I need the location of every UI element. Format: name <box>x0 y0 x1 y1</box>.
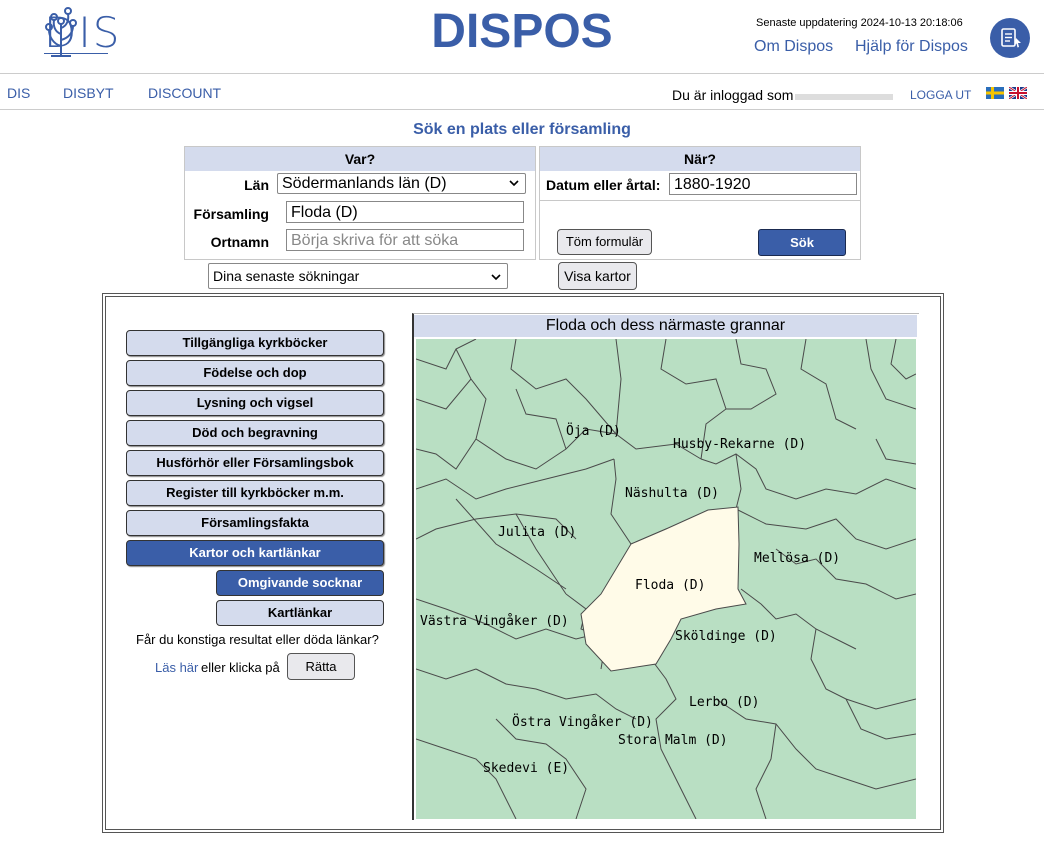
lan-value: Södermanlands län (D) <box>282 175 447 192</box>
help-link[interactable]: Hjälp för Dispos <box>855 38 968 56</box>
datum-label: Datum eller årtal: <box>546 177 661 193</box>
map-label-floda: Floda (D) <box>635 578 705 593</box>
sidebar-item-kyrkbocker[interactable]: Tillgängliga kyrkböcker <box>126 330 384 356</box>
redacted-username <box>795 89 895 100</box>
clear-form-button[interactable]: Töm formulär <box>557 229 652 255</box>
lan-select[interactable]: Södermanlands län (D) <box>277 173 526 194</box>
sidebar-item-forsamlingsfakta[interactable]: Församlingsfakta <box>126 510 384 536</box>
sidebar-item-husforhor[interactable]: Husförhör eller Församlingsbok <box>126 450 384 476</box>
uk-flag-icon[interactable] <box>1009 87 1027 99</box>
chevron-down-icon <box>509 180 519 187</box>
nav-divider <box>0 109 1044 110</box>
read-here-link[interactable]: Läs här <box>155 660 198 675</box>
header-divider <box>0 73 1044 74</box>
lan-label: Län <box>244 177 269 193</box>
document-icon <box>1001 28 1021 48</box>
map-label-ostra-vingaker: Östra Vingåker (D) <box>512 713 653 730</box>
ortnamn-input[interactable]: Börja skriva för att söka <box>286 229 524 251</box>
nav-dis[interactable]: DIS <box>7 85 30 101</box>
map-label-vastra-vingaker: Västra Vingåker (D) <box>420 614 569 629</box>
map-label-oja: Öja (D) <box>566 422 621 439</box>
map-title: Floda och dess närmaste grannar <box>414 315 917 337</box>
fix-button[interactable]: Rätta <box>287 653 355 680</box>
problem-question: Får du konstiga resultat eller döda länk… <box>136 632 379 647</box>
logout-link[interactable]: LOGGA UT <box>910 88 971 102</box>
search-button[interactable]: Sök <box>758 229 846 256</box>
when-divider <box>540 200 860 201</box>
ortnamn-label: Ortnamn <box>210 234 269 250</box>
map-label-husby-rekarne: Husby-Rekarne (D) <box>673 437 806 452</box>
swedish-flag-icon[interactable] <box>986 87 1004 99</box>
help-button[interactable] <box>990 18 1030 58</box>
parish-map[interactable]: Öja (D) Husby-Rekarne (D) Näshulta (D) J… <box>416 339 916 819</box>
or-click-text: eller klicka på <box>201 660 280 675</box>
map-label-skedevi: Skedevi (E) <box>483 761 569 776</box>
sidebar-subitem-omgivande[interactable]: Omgivande socknar <box>216 570 384 596</box>
sidebar-item-fodelse[interactable]: Födelse och dop <box>126 360 384 386</box>
nav-disbyt[interactable]: DISBYT <box>63 85 114 101</box>
show-maps-button[interactable]: Visa kartor <box>558 262 637 290</box>
last-updated: Senaste uppdatering 2024-10-13 20:18:06 <box>756 17 963 29</box>
map-label-stora-malm: Stora Malm (D) <box>618 733 728 748</box>
map-label-nashulta: Näshulta (D) <box>625 486 719 501</box>
recent-searches-value: Dina senaste sökningar <box>213 268 360 284</box>
sidebar-item-kartor[interactable]: Kartor och kartlänkar <box>126 540 384 566</box>
sidebar-item-dod[interactable]: Död och begravning <box>126 420 384 446</box>
where-heading: Var? <box>185 147 535 171</box>
chevron-down-icon <box>491 274 501 281</box>
when-heading: När? <box>540 147 860 171</box>
datum-input[interactable]: 1880-1920 <box>669 173 857 195</box>
map-label-julita: Julita (D) <box>498 525 576 540</box>
recent-searches-select[interactable]: Dina senaste sökningar <box>208 263 508 289</box>
map-label-skoldinge: Sköldinge (D) <box>675 629 777 644</box>
sidebar-item-register[interactable]: Register till kyrkböcker m.m. <box>126 480 384 506</box>
map-label-mellosa: Mellösa (D) <box>754 551 840 566</box>
map-label-lerbo: Lerbo (D) <box>689 695 759 710</box>
search-title: Sök en plats eller församling <box>413 121 631 138</box>
forsamling-label: Församling <box>193 206 269 222</box>
sidebar-subitem-kartlankar[interactable]: Kartlänkar <box>216 600 384 626</box>
sidebar-item-lysning[interactable]: Lysning och vigsel <box>126 390 384 416</box>
nav-discount[interactable]: DISCOUNT <box>148 85 221 101</box>
about-link[interactable]: Om Dispos <box>754 38 833 56</box>
logged-in-text: Du är inloggad som <box>672 87 794 103</box>
forsamling-input[interactable]: Floda (D) <box>286 201 524 223</box>
